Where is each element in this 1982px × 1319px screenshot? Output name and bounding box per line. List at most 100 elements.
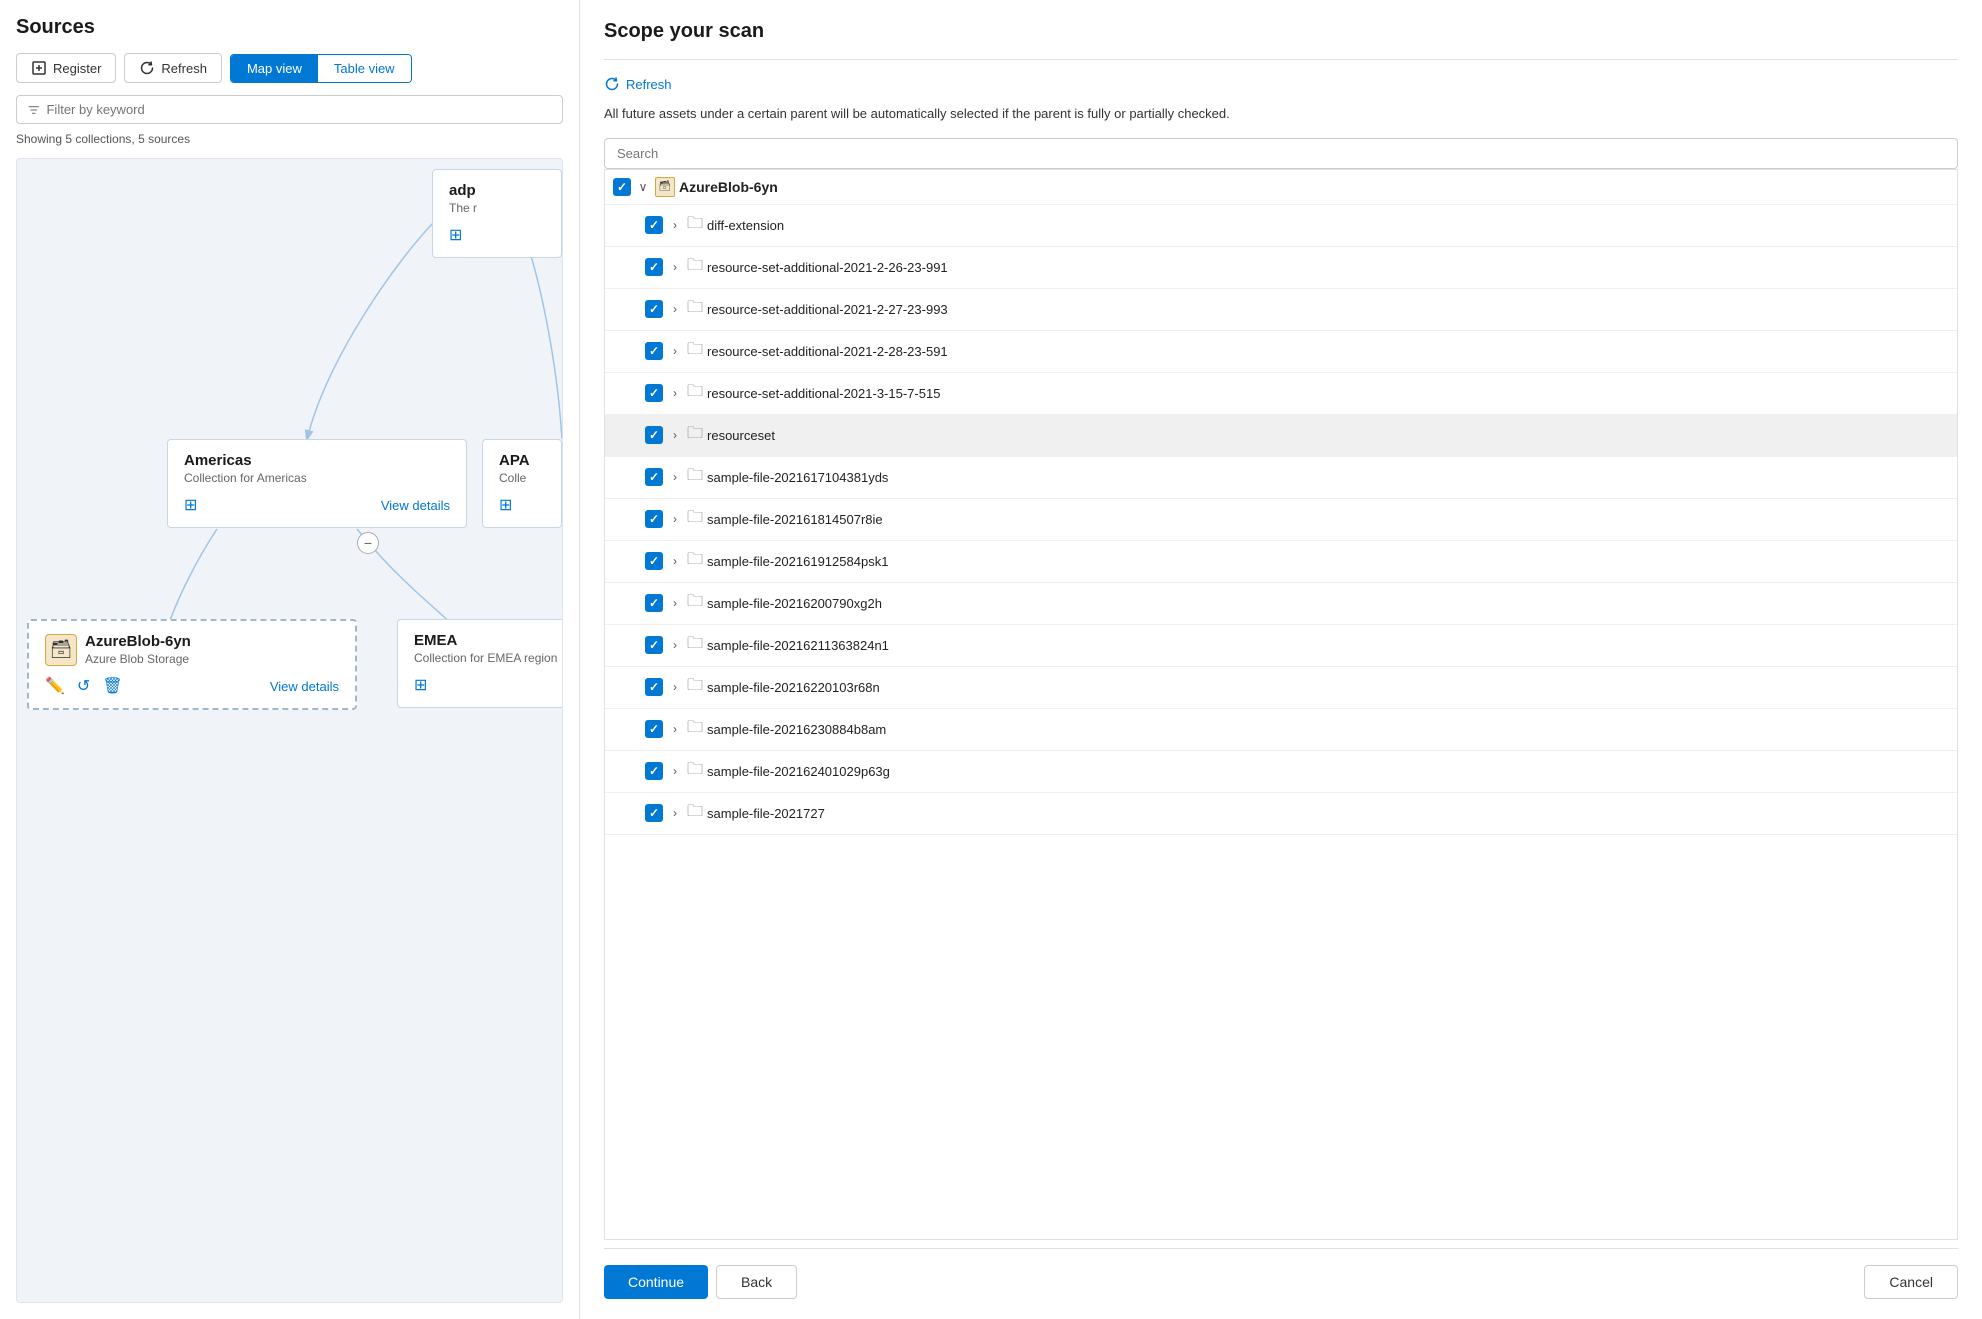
view-toggle-group: Map view Table view: [230, 54, 412, 83]
item-label-3: resource-set-additional-2021-2-28-23-591: [707, 344, 1949, 359]
adp-node-subtitle: The r: [449, 201, 545, 215]
checkbox-4[interactable]: ✓: [645, 384, 663, 402]
root-chevron[interactable]: ∨: [635, 180, 651, 194]
azureblob-subtitle: Azure Blob Storage: [85, 652, 191, 666]
item-label-8: sample-file-202161912584psk1: [707, 554, 1949, 569]
scope-refresh-button[interactable]: Refresh: [604, 76, 672, 92]
chevron-2[interactable]: ›: [667, 302, 683, 316]
checkbox-10[interactable]: ✓: [645, 636, 663, 654]
americas-title: Americas: [184, 452, 450, 469]
chevron-9[interactable]: ›: [667, 596, 683, 610]
americas-subtitle: Collection for Americas: [184, 471, 450, 485]
tree-item-11: ✓ › 🗀 sample-file-20216220103r68n: [605, 667, 1957, 709]
checkbox-5[interactable]: ✓: [645, 426, 663, 444]
checkbox-2[interactable]: ✓: [645, 300, 663, 318]
tree-item-9: ✓ › 🗀 sample-file-20216200790xg2h: [605, 583, 1957, 625]
chevron-7[interactable]: ›: [667, 512, 683, 526]
folder-icon-10: 🗀: [687, 632, 703, 659]
emea-subtitle: Collection for EMEA region: [414, 651, 563, 665]
chevron-10[interactable]: ›: [667, 638, 683, 652]
emea-title: EMEA: [414, 632, 563, 649]
checkbox-0[interactable]: ✓: [645, 216, 663, 234]
item-label-1: resource-set-additional-2021-2-26-23-991: [707, 260, 1949, 275]
folder-icon-6: 🗀: [687, 464, 703, 491]
folder-icon-5: 🗀: [687, 422, 703, 449]
item-label-2: resource-set-additional-2021-2-27-23-993: [707, 302, 1949, 317]
chevron-12[interactable]: ›: [667, 722, 683, 736]
tree-container: ✓ ∨ 🗃 AzureBlob-6yn ✓ › 🗀 diff-extension…: [604, 169, 1958, 1241]
checkbox-1[interactable]: ✓: [645, 258, 663, 276]
checkbox-6[interactable]: ✓: [645, 468, 663, 486]
checkbox-3[interactable]: ✓: [645, 342, 663, 360]
refresh-row: Refresh: [604, 76, 1958, 92]
root-checkbox[interactable]: ✓: [613, 178, 631, 196]
item-label-0: diff-extension: [707, 218, 1949, 233]
item-label-9: sample-file-20216200790xg2h: [707, 596, 1949, 611]
checkbox-9[interactable]: ✓: [645, 594, 663, 612]
apac-grid-icon[interactable]: ⊞: [499, 495, 512, 515]
refresh-button[interactable]: Refresh: [124, 53, 222, 83]
page-title: Sources: [16, 16, 563, 39]
chevron-11[interactable]: ›: [667, 680, 683, 694]
checkbox-7[interactable]: ✓: [645, 510, 663, 528]
chevron-5[interactable]: ›: [667, 428, 683, 442]
table-view-button[interactable]: Table view: [318, 55, 411, 82]
chevron-6[interactable]: ›: [667, 470, 683, 484]
americas-grid-icon[interactable]: ⊞: [184, 495, 197, 515]
chevron-8[interactable]: ›: [667, 554, 683, 568]
apac-title: APA: [499, 452, 545, 469]
chevron-0[interactable]: ›: [667, 218, 683, 232]
azureblob-title: AzureBlob-6yn: [85, 633, 191, 650]
edit-icon[interactable]: ✏️: [45, 676, 65, 696]
map-area: adp The r ⊞ Americas Collection for Amer…: [16, 158, 563, 1303]
item-label-5: resourceset: [707, 428, 1949, 443]
item-label-7: sample-file-202161814507r8ie: [707, 512, 1949, 527]
chevron-13[interactable]: ›: [667, 764, 683, 778]
info-text: All future assets under a certain parent…: [604, 104, 1264, 124]
adp-node-title: adp: [449, 182, 545, 199]
map-connections: [17, 159, 562, 1302]
continue-button[interactable]: Continue: [604, 1265, 708, 1299]
emea-node: EMEA Collection for EMEA region ⊞: [397, 619, 563, 708]
item-label-10: sample-file-20216211363824n1: [707, 638, 1949, 653]
checkbox-12[interactable]: ✓: [645, 720, 663, 738]
register-icon: [31, 60, 47, 76]
checkbox-11[interactable]: ✓: [645, 678, 663, 696]
tree-item-12: ✓ › 🗀 sample-file-20216230884b8am: [605, 709, 1957, 751]
adp-node: adp The r ⊞: [432, 169, 562, 258]
rescan-icon[interactable]: ↺: [77, 676, 90, 696]
scope-search-input[interactable]: [604, 138, 1958, 169]
refresh-icon: [139, 60, 155, 76]
chevron-14[interactable]: ›: [667, 806, 683, 820]
azureblob-view-details-link[interactable]: View details: [270, 679, 339, 694]
cancel-button[interactable]: Cancel: [1864, 1265, 1958, 1299]
tree-item-3: ✓ › 🗀 resource-set-additional-2021-2-28-…: [605, 331, 1957, 373]
emea-grid-icon[interactable]: ⊞: [414, 675, 427, 695]
checkbox-14[interactable]: ✓: [645, 804, 663, 822]
checkbox-13[interactable]: ✓: [645, 762, 663, 780]
back-button[interactable]: Back: [716, 1265, 797, 1299]
item-label-4: resource-set-additional-2021-3-15-7-515: [707, 386, 1949, 401]
item-label-11: sample-file-20216220103r68n: [707, 680, 1949, 695]
folder-icon-11: 🗀: [687, 674, 703, 701]
delete-icon[interactable]: 🗑: [102, 676, 122, 696]
tree-item-6: ✓ › 🗀 sample-file-2021617104381yds: [605, 457, 1957, 499]
folder-icon-9: 🗀: [687, 590, 703, 617]
chevron-3[interactable]: ›: [667, 344, 683, 358]
item-label-13: sample-file-202162401029p63g: [707, 764, 1949, 779]
adp-grid-icon[interactable]: ⊞: [449, 225, 462, 245]
root-blob-icon: 🗃: [655, 177, 675, 197]
folder-icon-0: 🗀: [687, 212, 703, 239]
americas-view-details-link[interactable]: View details: [381, 498, 450, 513]
apac-subtitle: Colle: [499, 471, 545, 485]
chevron-4[interactable]: ›: [667, 386, 683, 400]
map-view-button[interactable]: Map view: [231, 55, 318, 82]
checkbox-8[interactable]: ✓: [645, 552, 663, 570]
scope-refresh-icon: [604, 76, 620, 92]
register-button[interactable]: Register: [16, 53, 116, 83]
left-panel: Sources Register Refresh Map view Table …: [0, 0, 580, 1319]
folder-icon-1: 🗀: [687, 254, 703, 281]
chevron-1[interactable]: ›: [667, 260, 683, 274]
filter-input[interactable]: [46, 102, 552, 117]
collapse-button[interactable]: −: [357, 532, 379, 554]
